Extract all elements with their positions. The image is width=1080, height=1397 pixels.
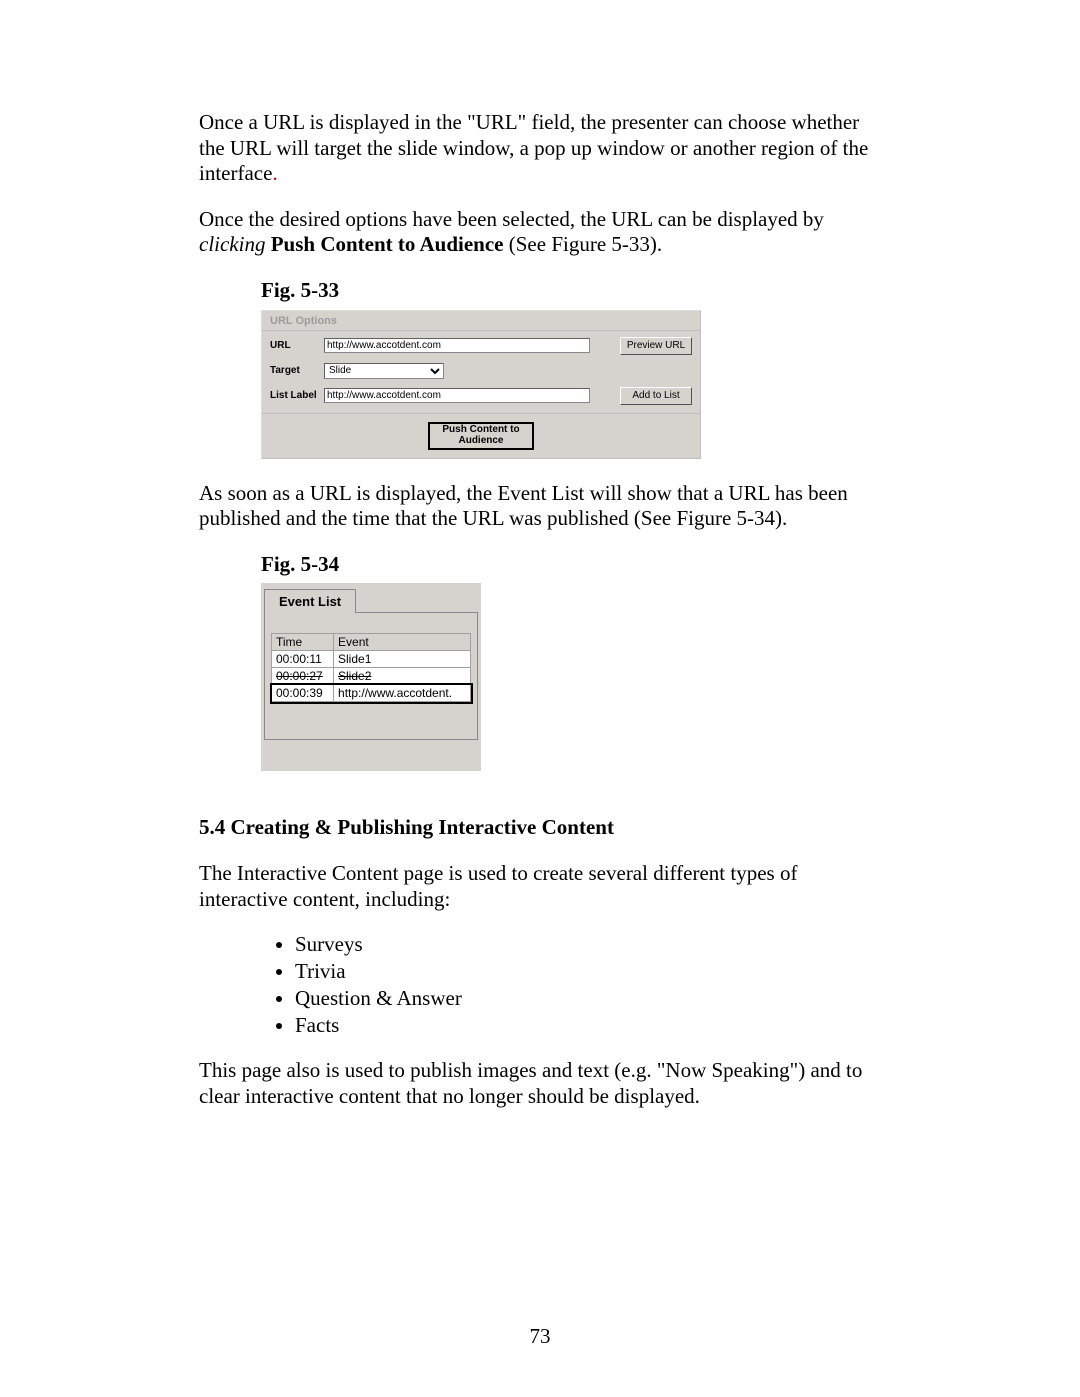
event-list-frame: Time Event 00:00:11 Slide1 00:00:27 Slid… (264, 612, 478, 740)
figure-5-34: Fig. 5-34 Event List Time Event 00:00:11… (261, 552, 885, 772)
col-event: Event (334, 634, 471, 651)
event-list-tab[interactable]: Event List (264, 589, 356, 613)
paragraph-event-list: As soon as a URL is displayed, the Event… (199, 481, 885, 532)
cell-event: http://www.accotdent. (334, 685, 471, 702)
paragraph-interactive-intro: The Interactive Content page is used to … (199, 861, 885, 912)
list-label-label: List Label (270, 390, 324, 401)
list-item: Surveys (295, 932, 885, 957)
target-label: Target (270, 365, 324, 376)
paragraph-url-target: Once a URL is displayed in the "URL" fie… (199, 110, 885, 187)
text-bold-push: Push Content to Audience (271, 232, 504, 256)
list-item: Facts (295, 1013, 885, 1038)
text: (See Figure 5-33). (504, 232, 663, 256)
target-select[interactable]: Slide (324, 363, 444, 379)
url-label: URL (270, 340, 324, 351)
cell-time: 00:00:39 (272, 685, 334, 702)
cell-time: 00:00:27 (272, 668, 334, 685)
event-table: Time Event 00:00:11 Slide1 00:00:27 Slid… (271, 633, 471, 702)
preview-url-button[interactable]: Preview URL (620, 337, 692, 355)
url-options-panel: URL Options URL Preview URL Target Slide… (261, 310, 701, 459)
list-item: Trivia (295, 959, 885, 984)
red-period: . (272, 161, 277, 185)
table-row[interactable]: 00:00:27 Slide2 (272, 668, 471, 685)
col-time: Time (272, 634, 334, 651)
figure-caption: Fig. 5-33 (261, 278, 885, 304)
section-5-4-heading: 5.4 Creating & Publishing Interactive Co… (199, 815, 885, 841)
push-btn-line2: Audience (458, 435, 503, 446)
list-item: Question & Answer (295, 986, 885, 1011)
panel-footer: Push Content to Audience (262, 413, 700, 458)
table-row[interactable]: 00:00:11 Slide1 (272, 651, 471, 668)
figure-caption: Fig. 5-34 (261, 552, 885, 578)
cell-event: Slide2 (334, 668, 471, 685)
table-header-row: Time Event (272, 634, 471, 651)
interactive-content-list: Surveys Trivia Question & Answer Facts (199, 932, 885, 1038)
panel-title: URL Options (262, 311, 700, 331)
push-content-button[interactable]: Push Content to Audience (428, 422, 534, 450)
panel-body: URL Preview URL Target Slide List Label … (262, 331, 700, 413)
paragraph-push-instructions: Once the desired options have been selec… (199, 207, 885, 258)
text-italic-clicking: clicking (199, 232, 265, 256)
event-list-panel: Event List Time Event 00:00:11 Slide1 00… (261, 583, 481, 771)
cell-time: 00:00:11 (272, 651, 334, 668)
push-btn-line1: Push Content to (442, 424, 519, 435)
page-number: 73 (0, 1324, 1080, 1349)
url-input[interactable] (324, 338, 590, 353)
paragraph-publish-clear: This page also is used to publish images… (199, 1058, 885, 1109)
add-to-list-button[interactable]: Add to List (620, 387, 692, 405)
text: Once a URL is displayed in the "URL" fie… (199, 110, 868, 185)
list-label-input[interactable] (324, 388, 590, 403)
table-row-highlighted[interactable]: 00:00:39 http://www.accotdent. (272, 685, 471, 702)
text: Once the desired options have been selec… (199, 207, 824, 231)
figure-5-33: Fig. 5-33 URL Options URL Preview URL Ta… (261, 278, 885, 459)
cell-event: Slide1 (334, 651, 471, 668)
